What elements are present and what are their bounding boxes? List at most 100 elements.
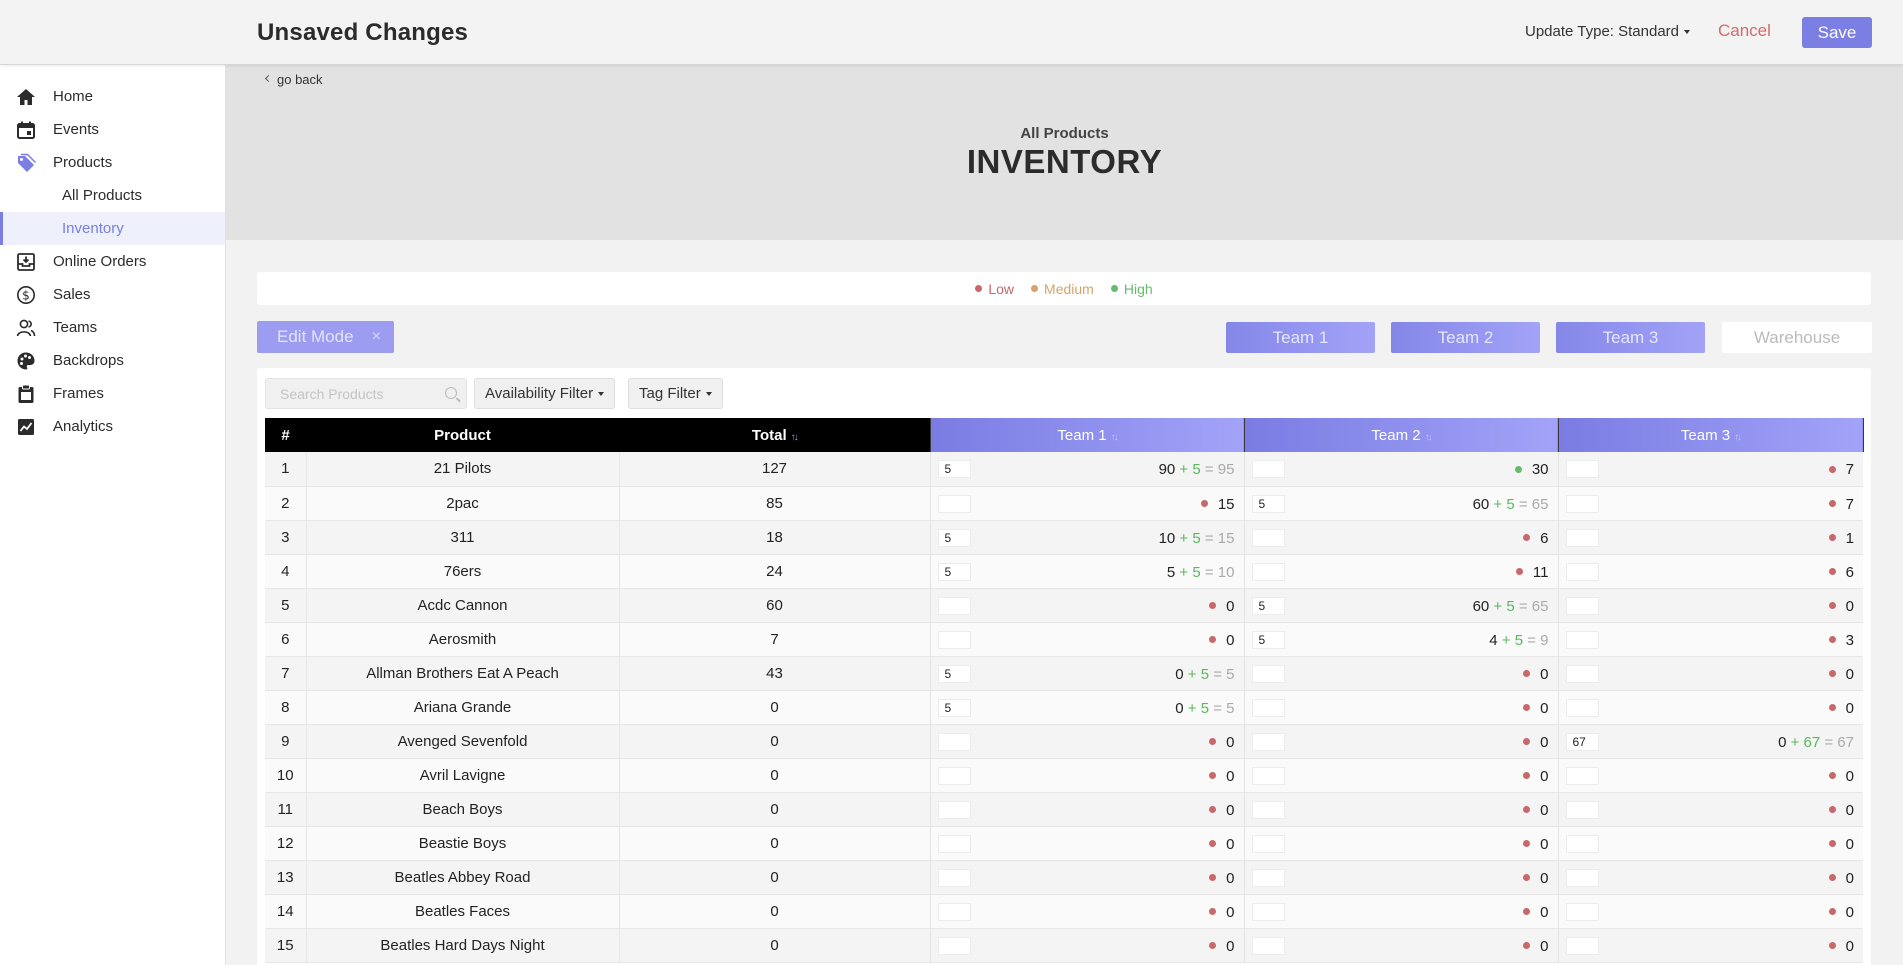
team-1-button[interactable]: Team 1: [1226, 322, 1375, 353]
go-back-link[interactable]: go back: [264, 72, 323, 87]
quantity-input[interactable]: [937, 596, 971, 615]
column-header-team-1[interactable]: Team 1 ↑↓: [929, 418, 1244, 452]
sidebar-item-backdrops[interactable]: Backdrops: [0, 344, 225, 377]
sidebar-item-analytics[interactable]: Analytics: [0, 410, 225, 443]
quantity-input[interactable]: 5: [937, 664, 971, 683]
column-header-product[interactable]: Product: [306, 418, 619, 452]
sidebar-item-all-products[interactable]: All Products: [0, 179, 225, 212]
save-button[interactable]: Save: [1802, 17, 1872, 48]
column-header-team-3[interactable]: Team 3 ↑↓: [1557, 418, 1864, 452]
warehouse-button[interactable]: Warehouse: [1722, 322, 1872, 353]
sidebar-item-sales[interactable]: $ Sales: [0, 278, 225, 311]
quantity-input[interactable]: [1565, 800, 1599, 819]
sidebar-item-label: Teams: [53, 319, 98, 336]
quantity-input[interactable]: [1251, 936, 1285, 955]
edit-mode-button[interactable]: Edit Mode ×: [257, 321, 394, 353]
quantity-input[interactable]: [1565, 630, 1599, 649]
sort-icon[interactable]: ↑↓: [1111, 432, 1119, 443]
low-dot-icon: [1209, 840, 1217, 848]
quantity-input[interactable]: [1565, 562, 1599, 581]
quantity-input[interactable]: 5: [937, 460, 971, 478]
tag-filter-dropdown[interactable]: Tag Filter: [628, 378, 723, 409]
sidebar-item-events[interactable]: Events: [0, 113, 225, 146]
total-quantity: 127: [619, 452, 930, 487]
quantity-input[interactable]: [937, 936, 971, 955]
low-dot-icon: [1523, 806, 1531, 814]
update-type-dropdown[interactable]: Update Type: Standard: [1525, 23, 1690, 40]
team-3-button[interactable]: Team 3: [1556, 322, 1705, 353]
quantity-input[interactable]: [1251, 460, 1285, 478]
team-1-cell: 0: [929, 622, 1244, 657]
team-1-cell: 5 10 + 5 = 15: [929, 520, 1244, 555]
table-row: 12 Beastie Boys 0 0 0 0: [265, 826, 1863, 861]
quantity-input[interactable]: [1565, 596, 1599, 615]
sort-icon[interactable]: ↑↓: [1425, 432, 1433, 443]
search-icon[interactable]: [445, 387, 457, 399]
quantity-input[interactable]: [1251, 868, 1285, 887]
sidebar-item-inventory[interactable]: Inventory: [0, 212, 225, 245]
quantity-input[interactable]: [1251, 698, 1285, 717]
quantity-input[interactable]: 5: [1251, 596, 1285, 615]
quantity-input[interactable]: 5: [937, 562, 971, 581]
quantity-input[interactable]: [1565, 868, 1599, 887]
quantity-input[interactable]: 5: [937, 528, 971, 547]
quantity-input[interactable]: [1251, 732, 1285, 751]
quantity-input[interactable]: 5: [937, 698, 971, 717]
quantity-input[interactable]: [1565, 698, 1599, 717]
quantity-input[interactable]: [937, 868, 971, 887]
quantity-input[interactable]: [937, 494, 971, 513]
quantity-input[interactable]: [937, 800, 971, 819]
base-quantity: 0: [1845, 597, 1854, 615]
base-quantity: 0: [1845, 903, 1854, 921]
quantity-input[interactable]: [937, 630, 971, 649]
quantity-input[interactable]: [1565, 494, 1599, 513]
quantity-input[interactable]: [937, 732, 971, 751]
quantity-input[interactable]: [1251, 562, 1285, 581]
quantity-input[interactable]: [1565, 834, 1599, 853]
quantity-input[interactable]: [1565, 766, 1599, 785]
sidebar-item-frames[interactable]: Frames: [0, 377, 225, 410]
quantity-input[interactable]: [1565, 664, 1599, 683]
column-header-total[interactable]: Total ↑↓: [619, 418, 930, 452]
low-dot-icon: [1828, 465, 1836, 473]
quantity-input[interactable]: [1251, 528, 1285, 547]
sidebar-item-teams[interactable]: Teams: [0, 311, 225, 344]
quantity-input[interactable]: [937, 834, 971, 853]
low-dot-icon: [1828, 602, 1836, 610]
team-1-cell: 0: [929, 724, 1244, 759]
stock-value: 0: [1828, 903, 1854, 921]
base-quantity: 0: [1540, 767, 1549, 785]
quantity-input[interactable]: [1251, 902, 1285, 921]
sort-icon[interactable]: ↑↓: [1734, 432, 1742, 443]
low-dot-icon: [1523, 942, 1531, 950]
quantity-input[interactable]: [1565, 936, 1599, 955]
close-icon[interactable]: ×: [372, 321, 381, 353]
quantity-input[interactable]: 5: [1251, 630, 1285, 649]
stock-value: 7: [1828, 496, 1854, 513]
quantity-input[interactable]: 67: [1565, 732, 1599, 751]
quantity-input[interactable]: [1251, 800, 1285, 819]
quantity-input[interactable]: [1565, 528, 1599, 547]
base-quantity: 7: [1845, 461, 1854, 478]
quantity-input[interactable]: [1565, 460, 1599, 478]
quantity-input[interactable]: [937, 902, 971, 921]
quantity-input[interactable]: [1565, 902, 1599, 921]
quantity-input[interactable]: [1251, 766, 1285, 785]
sidebar-item-products[interactable]: Products: [0, 146, 225, 179]
stock-value: 0: [1209, 904, 1235, 921]
sidebar-item-online-orders[interactable]: Online Orders: [0, 245, 225, 278]
cancel-button[interactable]: Cancel: [1718, 21, 1771, 41]
search-input[interactable]: [266, 379, 436, 408]
quantity-input[interactable]: 5: [1251, 494, 1285, 513]
quantity-input[interactable]: [937, 766, 971, 785]
sidebar-item-home[interactable]: Home: [0, 80, 225, 113]
added-quantity: + 5: [1493, 495, 1515, 513]
quantity-input[interactable]: [1251, 664, 1285, 683]
total-quantity: 60: [619, 588, 930, 623]
sort-icon[interactable]: ↑↓: [791, 432, 799, 443]
team-2-button[interactable]: Team 2: [1391, 322, 1540, 353]
stock-value: 10 + 5 = 15: [1159, 530, 1235, 547]
quantity-input[interactable]: [1251, 834, 1285, 853]
availability-filter-dropdown[interactable]: Availability Filter: [474, 378, 616, 409]
column-header-team-2[interactable]: Team 2 ↑↓: [1243, 418, 1558, 452]
